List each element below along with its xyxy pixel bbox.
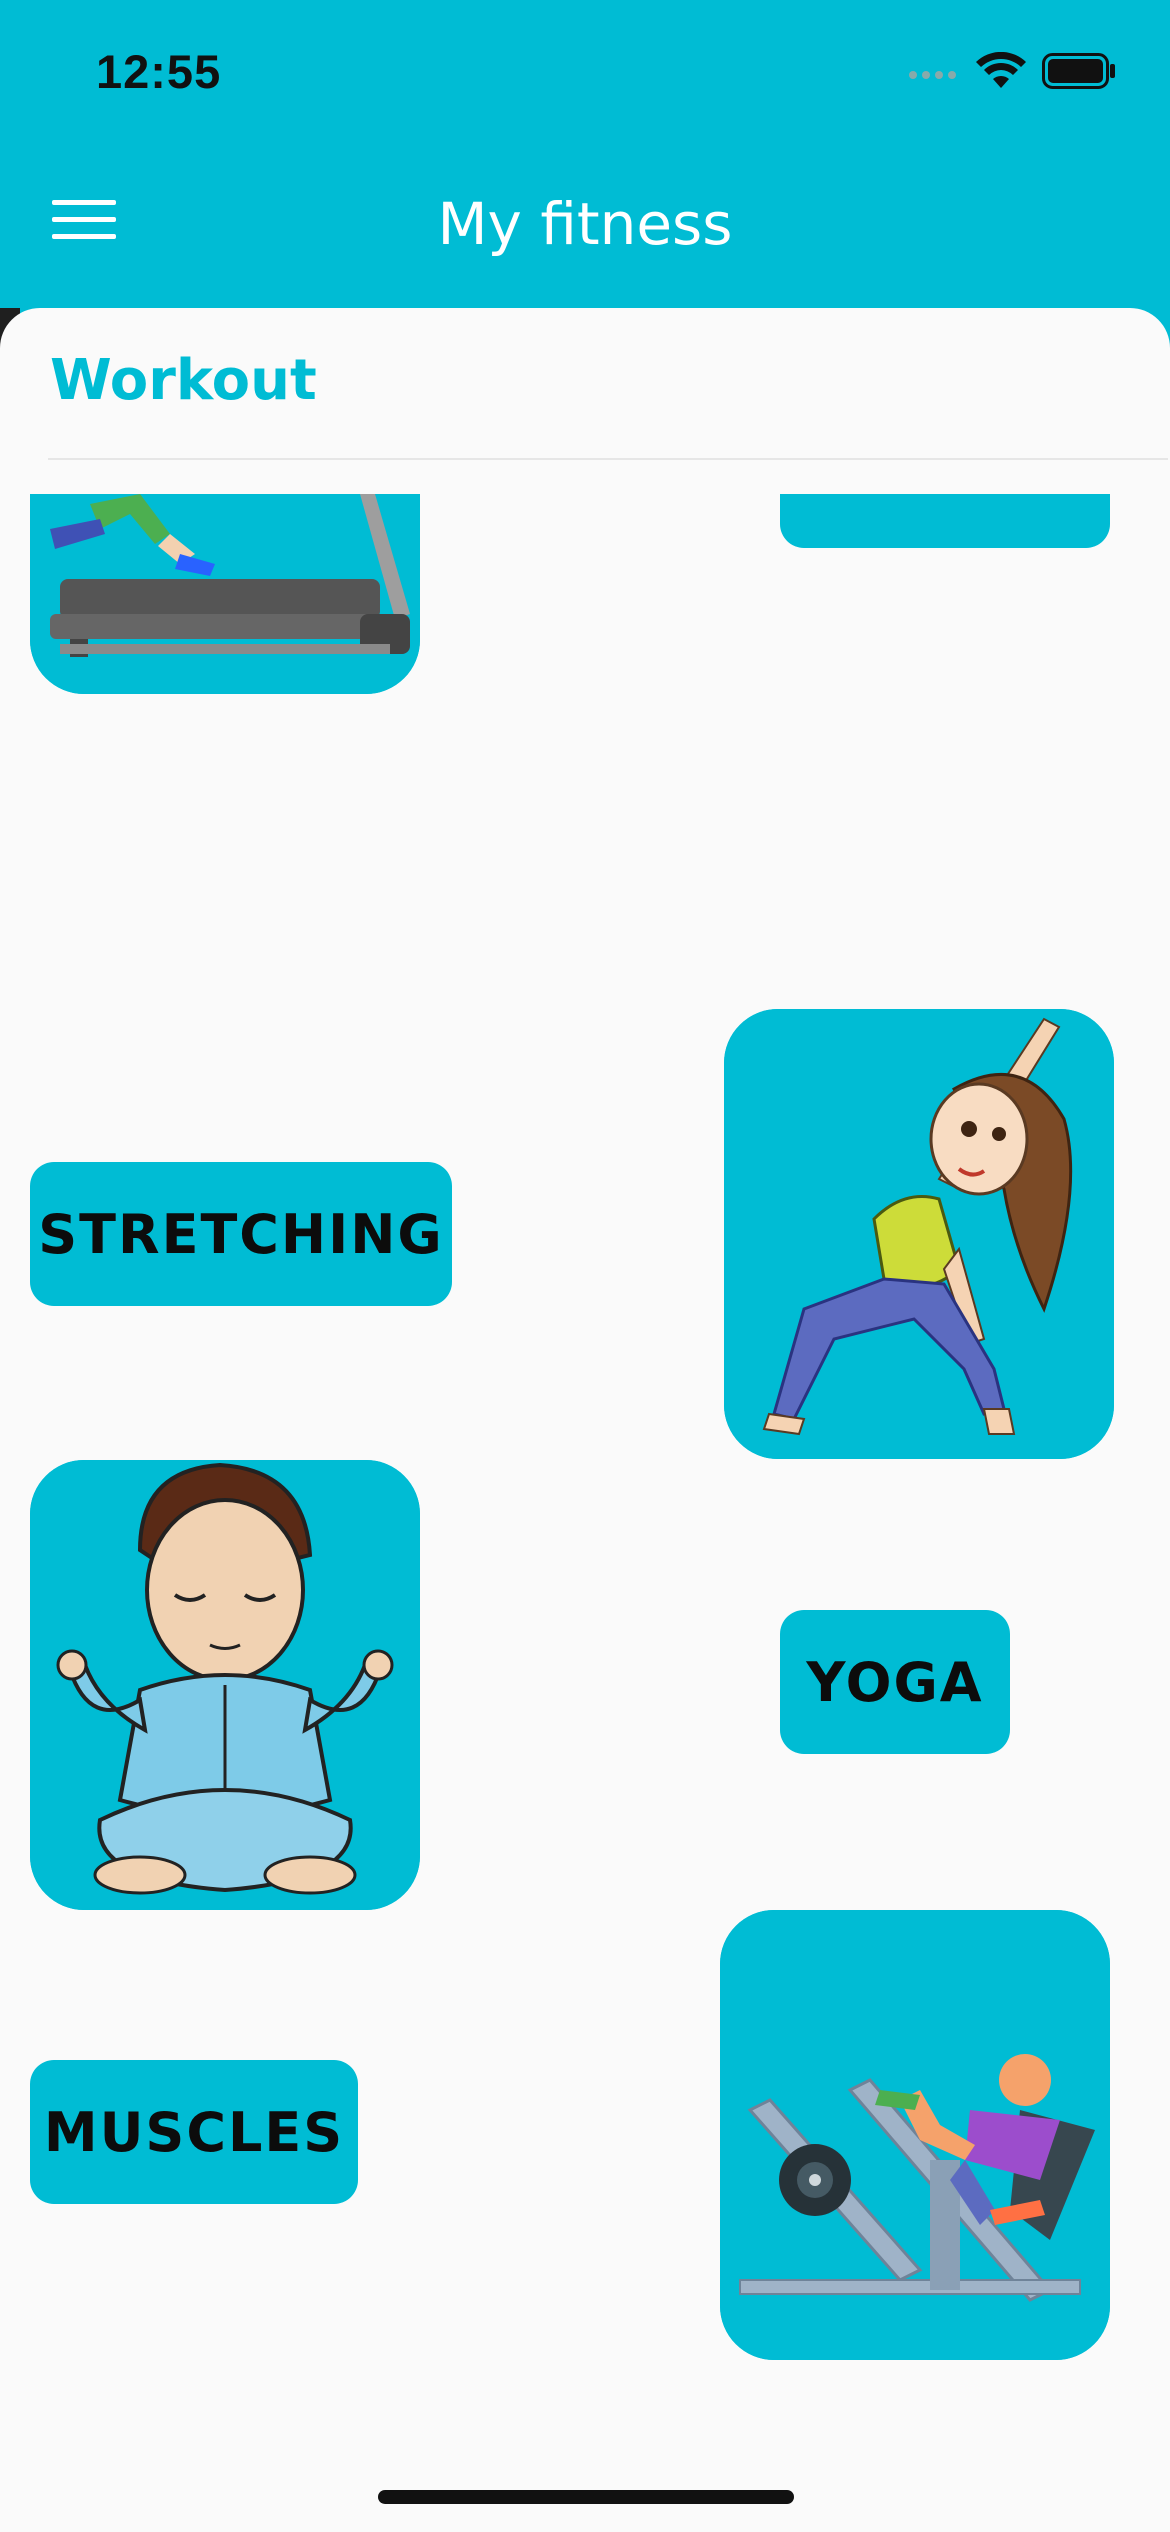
workout-list[interactable]: STRETCHING YOGA MUSCLES	[0, 494, 1170, 2532]
workout-label-stub[interactable]	[780, 494, 1110, 548]
workout-label-yoga[interactable]: YOGA	[780, 1610, 1010, 1754]
stretching-girl-illustration	[724, 1009, 1114, 1459]
home-indicator[interactable]	[378, 2490, 794, 2504]
status-icons	[908, 52, 1116, 90]
meditation-card[interactable]	[30, 1460, 420, 1910]
stretching-card[interactable]	[724, 1009, 1114, 1459]
meditating-man-illustration	[30, 1460, 420, 1910]
content-sheet: Workout STRETCHING YOGA MUSCLES	[0, 308, 1170, 2532]
treadmill-card[interactable]	[30, 494, 420, 694]
workout-label-stretching[interactable]: STRETCHING	[30, 1162, 452, 1306]
section-title: Workout	[50, 348, 317, 413]
section-divider	[48, 458, 1168, 460]
leg-press-card[interactable]	[720, 1910, 1110, 2360]
status-time: 12:55	[96, 45, 222, 98]
wifi-icon	[976, 52, 1026, 88]
cellular-signal-icon	[909, 71, 956, 79]
workout-label-muscles[interactable]: MUSCLES	[30, 2060, 358, 2204]
status-bar: 12:55	[0, 0, 1170, 150]
leg-press-machine-illustration	[720, 1910, 1110, 2360]
treadmill-runner-illustration	[30, 494, 420, 694]
app-title: My fitness	[437, 190, 733, 258]
battery-icon	[1042, 53, 1115, 89]
